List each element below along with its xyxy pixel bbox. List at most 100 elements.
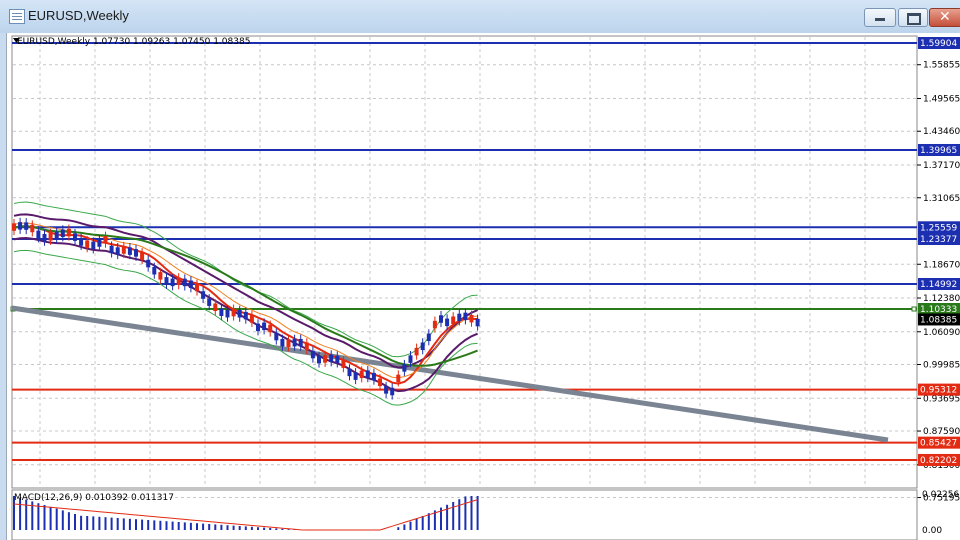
candle-body xyxy=(359,370,364,379)
candle-body xyxy=(378,378,382,387)
candle-body xyxy=(12,223,16,231)
candle-body xyxy=(292,338,297,347)
candle-body xyxy=(79,238,84,246)
level-handle-right xyxy=(911,306,917,312)
candle-body xyxy=(42,233,47,242)
candle-body xyxy=(262,322,267,331)
candle-body xyxy=(298,338,303,347)
candle-body xyxy=(127,247,132,255)
candle-body xyxy=(420,342,425,351)
candle-body xyxy=(280,338,285,347)
bollinger-lower xyxy=(13,249,478,406)
candle-body xyxy=(390,387,395,396)
candle-body xyxy=(365,370,370,378)
ema-fast xyxy=(13,225,478,385)
candle-body xyxy=(249,315,254,323)
candle-body xyxy=(176,277,181,286)
candle-body xyxy=(231,308,236,317)
candle-body xyxy=(36,230,41,239)
candle-body xyxy=(201,291,206,299)
candle-body xyxy=(243,311,248,320)
price-tick-label: 1.31065 xyxy=(923,194,960,204)
price-tick-label: 1.43460 xyxy=(923,127,960,137)
candle-body xyxy=(24,222,29,230)
candle-body xyxy=(134,249,138,257)
price-tick-label: 0.99985 xyxy=(923,361,960,371)
price-tick-label: 1.12380 xyxy=(923,294,960,304)
level-label-text: 0.85427 xyxy=(920,439,957,449)
macd-signal-line xyxy=(13,499,478,531)
price-tick-label: 0.93695 xyxy=(923,394,960,404)
candle-body xyxy=(30,224,35,233)
candle-body xyxy=(317,355,321,364)
candle-body xyxy=(60,229,65,238)
level-label-text: 0.95312 xyxy=(920,386,957,396)
candle-body xyxy=(158,272,163,280)
candle-body xyxy=(152,266,157,275)
candle-body xyxy=(432,320,437,329)
candle-body xyxy=(408,355,413,363)
price-tick-label: 1.37170 xyxy=(923,161,960,171)
price-tick-label: 1.06090 xyxy=(923,328,960,338)
level-label-text: 1.23377 xyxy=(920,235,957,245)
candle-body xyxy=(402,364,407,372)
candle-body xyxy=(97,239,102,247)
candle-body xyxy=(225,309,230,318)
macd-tick-label: 0.00 xyxy=(922,526,942,536)
candle-body xyxy=(457,313,462,322)
candle-body xyxy=(73,233,77,241)
candle-body xyxy=(274,332,279,341)
candle-body xyxy=(66,228,71,237)
level-label-text: 1.25559 xyxy=(920,223,957,233)
chart-header-text: EURUSD,Weekly 1.07730 1.09263 1.07450 1.… xyxy=(17,37,250,47)
candle-body xyxy=(268,324,273,333)
candle-body xyxy=(463,312,468,321)
candle-body xyxy=(188,280,193,289)
candle-body xyxy=(91,241,96,250)
level-label-text: 1.14992 xyxy=(920,280,957,290)
macd-axis: 0.022568 0.00 xyxy=(922,490,960,536)
candle-body xyxy=(304,342,309,350)
level-label-text: 1.39965 xyxy=(920,146,957,156)
candle-body xyxy=(121,246,126,254)
candle-body xyxy=(256,323,260,332)
price-tick-label: 0.87590 xyxy=(923,427,960,437)
candle-body xyxy=(353,372,358,380)
candle-body xyxy=(396,374,401,383)
candle-body xyxy=(195,283,199,292)
macd-label: MACD(12,26,9) 0.010392 0.011317 xyxy=(14,493,174,503)
candle-body xyxy=(164,277,169,285)
indicator-lines xyxy=(13,201,478,406)
candle-body xyxy=(213,303,218,312)
candle-body xyxy=(103,235,108,244)
candle-body xyxy=(115,247,120,255)
candle-body xyxy=(384,386,389,394)
candle-body xyxy=(371,372,376,381)
level-label-text: 0.82202 xyxy=(920,456,957,466)
price-chart[interactable]: EURUSD,Weekly 1.07730 1.09263 1.07450 1.… xyxy=(0,0,960,540)
candle-body xyxy=(310,350,315,359)
price-tick-label: 1.18670 xyxy=(923,260,960,270)
candle-body xyxy=(341,360,346,368)
candle-body xyxy=(170,278,175,287)
macd-tick-label: 0.022568 xyxy=(922,490,960,500)
candle-body xyxy=(347,368,352,377)
candle-body xyxy=(469,314,474,323)
candle-body xyxy=(140,252,145,260)
candle-body xyxy=(85,240,90,248)
candle-body xyxy=(286,339,291,348)
candle-body xyxy=(335,355,340,364)
bollinger-upper xyxy=(13,201,478,358)
level-label-text: 1.59904 xyxy=(920,39,957,49)
candle-body xyxy=(54,231,59,240)
candle-body xyxy=(439,315,443,323)
candle-body xyxy=(414,347,419,356)
candle-body xyxy=(475,318,480,327)
horizontal-levels[interactable] xyxy=(10,42,917,461)
candle-body xyxy=(323,355,328,363)
candle-body xyxy=(146,259,151,268)
candle-body xyxy=(426,333,431,342)
candle-body xyxy=(451,316,456,324)
candle-body xyxy=(18,222,23,230)
candle-body xyxy=(48,233,53,241)
